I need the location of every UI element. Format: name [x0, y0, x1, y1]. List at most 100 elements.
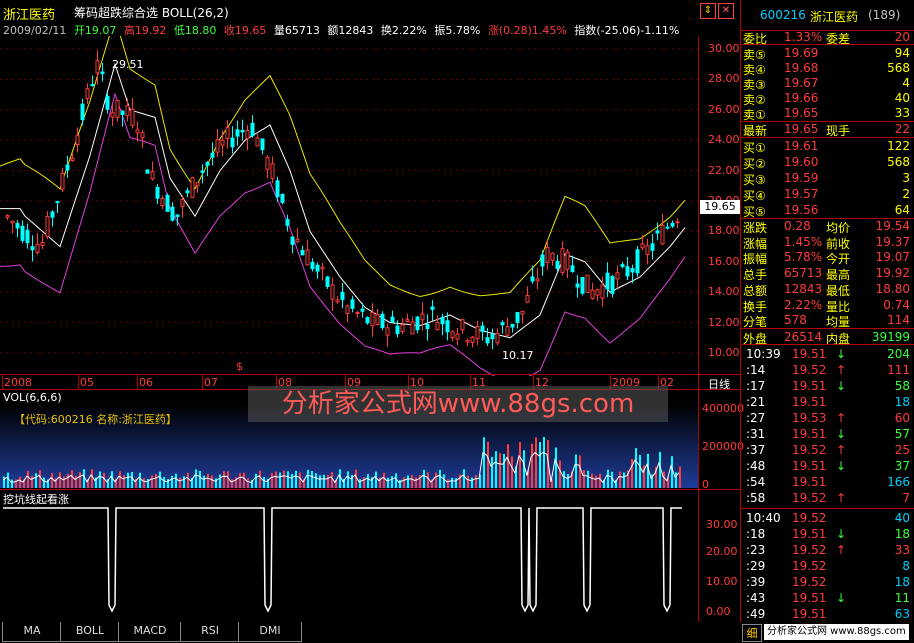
candle-body	[205, 162, 210, 166]
volume-bar	[323, 474, 325, 488]
tick-price: 19.53	[792, 411, 827, 425]
candle-body	[450, 331, 455, 338]
volume-bar	[563, 471, 565, 488]
kline-chart[interactable]	[0, 36, 740, 376]
candle-body	[390, 316, 395, 323]
price-tick: 10.00	[708, 346, 740, 359]
stat-value: 65713	[784, 266, 823, 281]
candle-body	[270, 163, 275, 179]
candle-body	[140, 132, 145, 139]
axis-separator	[698, 36, 699, 622]
bid-price: 19.61	[784, 139, 819, 153]
candle-body	[325, 276, 330, 287]
candle-body	[45, 216, 50, 237]
candle-body	[400, 324, 405, 333]
candle-body	[165, 194, 170, 212]
tick-time: 10:39	[746, 347, 781, 361]
quote-panel: 600216 浙江医药 (189) 委比 1.33% 委差 20 卖⑤ 19.6…	[740, 0, 914, 643]
tick-time: :27	[746, 411, 766, 425]
divider	[740, 344, 914, 345]
peak-annotation: 29.51	[112, 58, 144, 71]
volume-bar	[299, 472, 301, 488]
stat-value: 1.45%	[784, 234, 823, 249]
volume-bar	[391, 476, 393, 488]
tab-detail[interactable]: 细	[742, 624, 762, 642]
price-tick: 12.00	[708, 315, 740, 329]
candle-body	[485, 337, 490, 344]
ask-price: 19.65	[784, 106, 819, 120]
candle-body	[430, 306, 435, 310]
volume-bar	[275, 471, 277, 488]
volume-bar	[327, 475, 329, 488]
tick-row: :54 19.51 166	[740, 474, 914, 490]
tab-macd[interactable]: MACD	[118, 622, 182, 642]
signal-axis: 30.00 20.00 10.00 0.00	[700, 503, 740, 618]
volume-bar	[495, 451, 497, 488]
volume-bar	[67, 473, 69, 488]
volume-bar	[619, 471, 621, 488]
tab-dmi[interactable]: DMI	[238, 622, 302, 642]
tick-volume: 57	[894, 427, 910, 441]
bid-volume: 122	[887, 139, 910, 153]
volume-bar	[483, 437, 485, 488]
volume-bar	[567, 474, 569, 488]
candle-body	[505, 326, 510, 336]
tick-volume: 166	[887, 475, 910, 489]
tick-volume: 8	[902, 559, 910, 573]
candle-body	[55, 201, 60, 204]
vol-title: VOL(6,6,6)	[3, 391, 62, 404]
chart-area[interactable]: 浙江医药 筹码超跌综合选 BOLL(26,2) ⇕ ✕ 2009/02/11 开…	[0, 0, 744, 643]
tick-direction: ↑	[836, 543, 847, 557]
volume-bar	[679, 466, 681, 488]
candle-body	[210, 152, 215, 158]
tick-direction: ↓	[836, 347, 847, 361]
tab-ma[interactable]: MA	[2, 622, 62, 642]
candle-body	[175, 214, 180, 217]
volume-bar	[639, 454, 641, 488]
volume-axis: 400000 200000 0	[700, 392, 744, 491]
volume-bar	[75, 475, 77, 488]
tick-row: :58 19.52 ↑ 7	[740, 490, 914, 506]
volume-bar	[307, 469, 309, 488]
volume-bar	[99, 471, 101, 488]
volume-bar	[539, 442, 541, 488]
candle-body	[90, 84, 95, 87]
candle-body	[70, 157, 75, 162]
tick-time: :29	[746, 559, 766, 573]
candle-body	[420, 313, 425, 321]
candle-body	[200, 170, 205, 173]
signal-tick: 30.00	[706, 518, 738, 531]
close-x-icon[interactable]: ✕	[718, 3, 734, 19]
tick-volume: 18	[894, 575, 910, 589]
weibi-value: 1.33%	[784, 30, 823, 44]
quote-line: 2009/02/11 开19.07 高19.92 低18.80 收19.65 量…	[0, 22, 740, 37]
bid-volume: 3	[902, 171, 910, 185]
volume-bar	[535, 437, 537, 488]
divider	[0, 489, 740, 490]
up-down-arrow-icon[interactable]: ⇕	[700, 3, 716, 19]
candle-body	[185, 190, 190, 194]
tick-time: :14	[746, 363, 766, 377]
candle-body	[235, 129, 240, 137]
volume-bar	[211, 475, 213, 488]
candle-body	[215, 139, 220, 153]
ask-price: 19.67	[784, 76, 819, 90]
tab-rsi[interactable]: RSI	[180, 622, 240, 642]
candle-body	[85, 88, 90, 100]
candle-body	[650, 243, 655, 251]
indicator-tabs: MA BOLL MACD RSI DMI	[0, 622, 740, 643]
volume-bar	[195, 469, 197, 488]
candle-body	[510, 323, 515, 328]
volume-bar	[555, 447, 557, 488]
tick-row: :39 19.52 18	[740, 574, 914, 590]
signal-marker: $	[236, 360, 243, 373]
tab-boll[interactable]: BOLL	[60, 622, 120, 642]
candle-body	[565, 251, 570, 270]
candle-body	[315, 264, 320, 272]
candle-body	[585, 274, 590, 293]
volume-bar	[111, 471, 113, 488]
tick-price: 19.51	[792, 607, 827, 621]
volume-bar	[503, 454, 505, 488]
candle-body	[65, 164, 70, 171]
signal-chart[interactable]	[0, 503, 698, 618]
